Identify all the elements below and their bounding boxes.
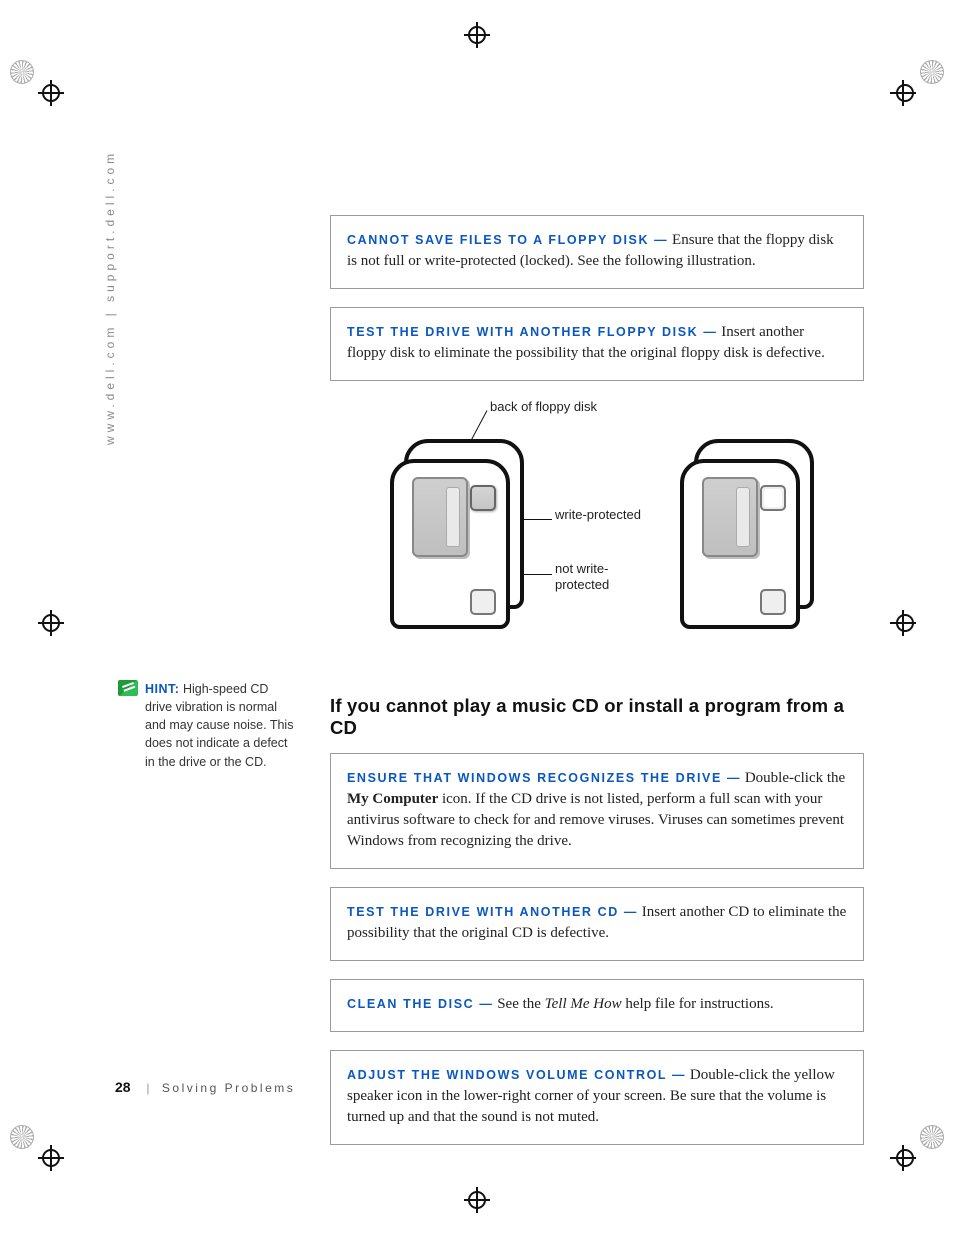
footer-section: Solving Problems — [162, 1081, 295, 1095]
tip-body-prefix: Double-click the — [745, 770, 845, 786]
illus-label-nwp-line2: protected — [555, 577, 609, 592]
tip-body-italic: Tell Me How — [545, 996, 622, 1012]
tip-box: TEST THE DRIVE WITH ANOTHER CD — Insert … — [330, 887, 864, 961]
crop-mark-icon — [894, 590, 944, 640]
crop-mark-icon — [10, 590, 60, 640]
page-footer: 28 | Solving Problems — [115, 1079, 295, 1095]
tip-body-prefix: See the — [497, 996, 544, 1012]
floppy-icon — [390, 439, 510, 629]
hint-label: HINT: — [145, 682, 179, 696]
crop-mark-icon — [452, 1175, 502, 1225]
floppy-illustration: back of floppy disk write-protected not … — [370, 399, 864, 669]
illus-label-nwp-line1: not write- — [555, 561, 608, 576]
tip-lead: CANNOT SAVE FILES TO A FLOPPY DISK — — [347, 233, 668, 247]
hint-icon — [118, 680, 138, 696]
crop-mark-icon — [894, 1125, 944, 1175]
tip-lead: TEST THE DRIVE WITH ANOTHER CD — — [347, 905, 638, 919]
tip-box: ADJUST THE WINDOWS VOLUME CONTROL — Doub… — [330, 1050, 864, 1145]
tip-body-suffix: help file for instructions. — [622, 996, 774, 1012]
tip-box: TEST THE DRIVE WITH ANOTHER FLOPPY DISK … — [330, 307, 864, 381]
footer-separator: | — [146, 1081, 152, 1095]
content-area: HINT: High-speed CD drive vibration is n… — [115, 215, 864, 1163]
crop-mark-icon — [10, 1125, 60, 1175]
illus-label-wp: write-protected — [555, 507, 641, 522]
tip-box: CLEAN THE DISC — See the Tell Me How hel… — [330, 979, 864, 1032]
tip-lead: ADJUST THE WINDOWS VOLUME CONTROL — — [347, 1068, 686, 1082]
section-heading: If you cannot play a music CD or install… — [330, 695, 864, 739]
tip-box: ENSURE THAT WINDOWS RECOGNIZES THE DRIVE… — [330, 753, 864, 869]
page-number: 28 — [115, 1079, 131, 1095]
hint-text: HINT: High-speed CD drive vibration is n… — [145, 680, 295, 771]
crop-mark-icon — [452, 10, 502, 60]
page: www.dell.com | support.dell.com HINT: Hi… — [0, 0, 954, 1235]
tip-lead: ENSURE THAT WINDOWS RECOGNIZES THE DRIVE… — [347, 771, 741, 785]
tip-box: CANNOT SAVE FILES TO A FLOPPY DISK — Ens… — [330, 215, 864, 289]
tip-body-bold: My Computer — [347, 791, 438, 807]
crop-mark-icon — [10, 60, 60, 110]
tip-lead: CLEAN THE DISC — — [347, 997, 493, 1011]
hint-sidebar: HINT: High-speed CD drive vibration is n… — [115, 680, 295, 771]
crop-mark-icon — [894, 60, 944, 110]
floppy-icon — [680, 439, 800, 629]
main-column: CANNOT SAVE FILES TO A FLOPPY DISK — Ens… — [330, 215, 864, 1145]
illus-label-nwp: not write- protected — [555, 561, 609, 594]
illus-label-back: back of floppy disk — [490, 399, 597, 414]
tip-lead: TEST THE DRIVE WITH ANOTHER FLOPPY DISK … — [347, 325, 717, 339]
